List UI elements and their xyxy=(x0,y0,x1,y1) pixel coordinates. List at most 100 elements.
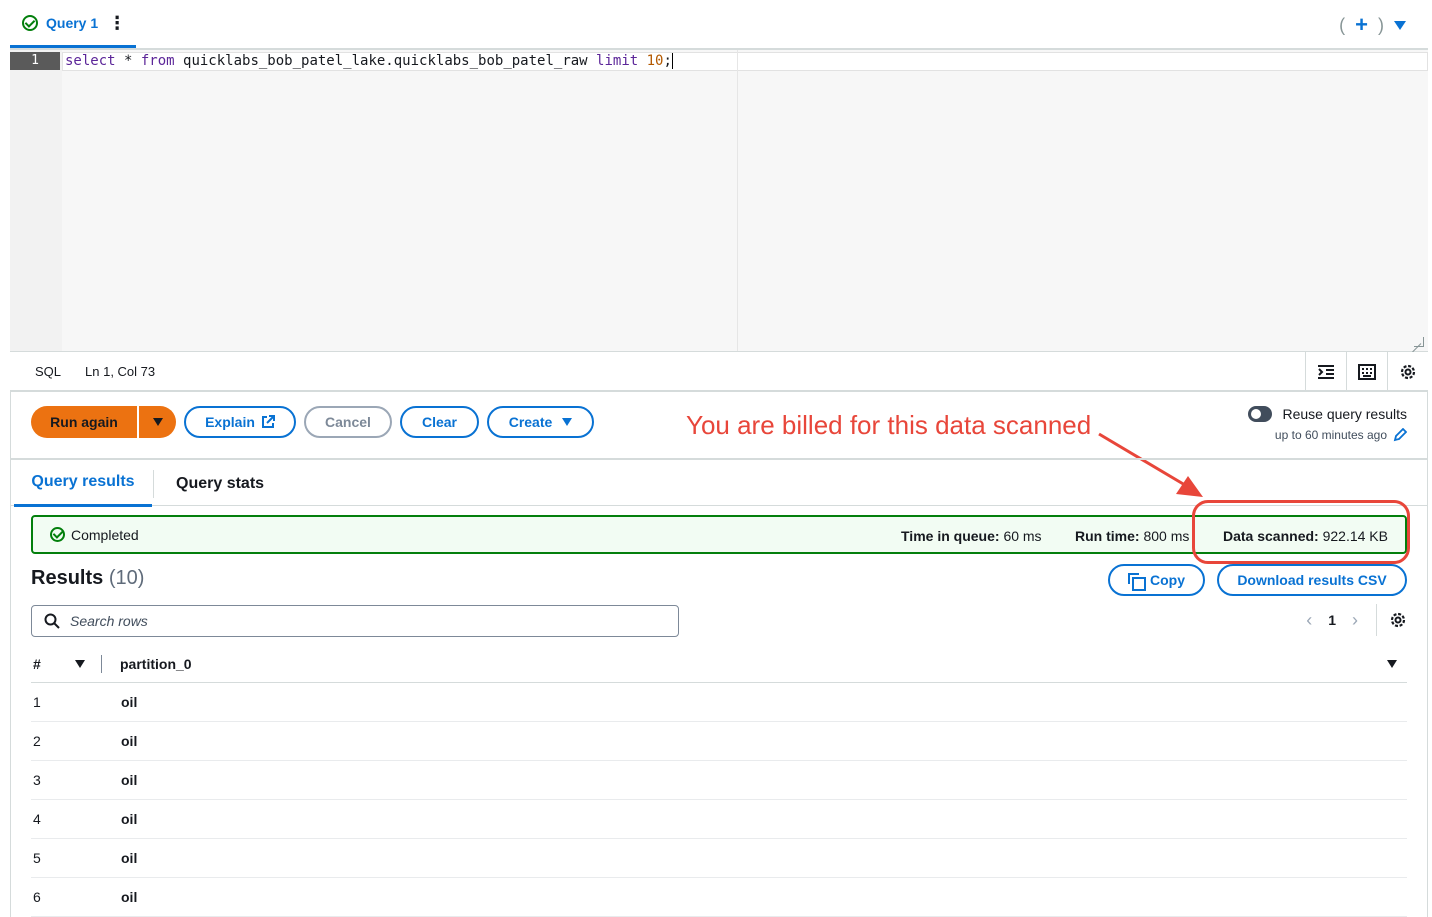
results-label: Results xyxy=(31,567,104,589)
query-tab-label: Query 1 xyxy=(46,14,99,31)
annotation-highlight xyxy=(1192,500,1410,564)
format-query-button[interactable] xyxy=(1305,352,1346,392)
tab-query-results[interactable]: Query results xyxy=(14,460,152,507)
caret-down-icon xyxy=(152,418,163,426)
row-value: oil xyxy=(121,733,138,749)
keyboard-icon xyxy=(1358,364,1376,380)
paren-left: ( xyxy=(1339,14,1346,35)
plus-icon[interactable]: + xyxy=(1355,14,1368,36)
table-row: 3 oil xyxy=(31,761,1407,800)
settings-icon xyxy=(1400,364,1416,380)
row-number: 5 xyxy=(33,850,41,866)
create-button[interactable]: Create xyxy=(487,406,594,438)
caret-down-icon xyxy=(562,418,573,426)
code-table: quicklabs_bob_patel_lake.quicklabs_bob_p… xyxy=(174,53,597,69)
results-tabs: Query results Query stats xyxy=(10,458,1428,507)
code-end: ; xyxy=(663,53,672,69)
query-actions: Run again Explain Cancel Clear Create xyxy=(31,406,594,438)
chevron-right-icon[interactable]: › xyxy=(1344,610,1366,631)
tab-divider xyxy=(153,470,154,498)
explain-label: Explain xyxy=(205,414,255,430)
run-time: Run time: 800 ms xyxy=(1075,528,1189,544)
page-number[interactable]: 1 xyxy=(1320,612,1344,628)
time-in-queue: Time in queue: 60 ms xyxy=(901,528,1042,544)
table-row: 5 oil xyxy=(31,839,1407,878)
chevron-left-icon[interactable]: ‹ xyxy=(1298,610,1320,631)
reuse-toggle[interactable] xyxy=(1248,406,1273,422)
tab-query-stats[interactable]: Query stats xyxy=(176,460,264,507)
copy-icon xyxy=(1128,573,1146,591)
keyword-from: from xyxy=(140,53,175,69)
row-number: 2 xyxy=(33,733,41,749)
pencil-icon[interactable] xyxy=(1393,428,1407,442)
sql-editor[interactable]: 1 select * from quicklabs_bob_patel_lake… xyxy=(10,50,1428,352)
row-value: oil xyxy=(121,811,138,827)
row-number: 6 xyxy=(33,889,41,905)
check-circle-icon xyxy=(50,527,65,542)
check-circle-icon xyxy=(22,14,38,31)
language-label: SQL xyxy=(35,363,62,379)
results-table: # partition_0 1 oil 2 oil 3 oil 4 oil 5 oil 6… xyxy=(31,645,1407,917)
editor-settings-button[interactable] xyxy=(1387,352,1428,392)
column-header-partition[interactable]: partition_0 xyxy=(120,656,1407,672)
editor-status-bar: SQL Ln 1, Col 73 xyxy=(10,352,1428,392)
status-text: Completed xyxy=(71,526,139,543)
run-options-button[interactable] xyxy=(139,406,176,438)
reuse-results: Reuse query results up to 60 minutes ago xyxy=(1248,406,1407,442)
billing-annotation: You are billed for this data scanned xyxy=(686,410,1092,440)
keyword-select: select xyxy=(65,53,116,69)
shortcuts-button[interactable] xyxy=(1346,352,1387,392)
run-again-button[interactable]: Run again xyxy=(31,406,137,438)
query-tab-bar: Query 1 ⋮ ( + ) xyxy=(10,0,1428,50)
cursor-position: Ln 1, Col 73 xyxy=(85,363,156,379)
run-value: 800 ms xyxy=(1143,528,1190,544)
download-csv-button[interactable]: Download results CSV xyxy=(1217,564,1407,596)
results-title: Results (10) xyxy=(31,567,144,590)
row-value: oil xyxy=(121,889,138,905)
editor-gutter xyxy=(10,50,62,351)
code-star: * xyxy=(115,53,141,69)
row-number: 3 xyxy=(33,772,41,788)
reuse-subtext: up to 60 minutes ago xyxy=(1274,428,1387,442)
table-row: 2 oil xyxy=(31,722,1407,761)
cancel-button[interactable]: Cancel xyxy=(304,406,392,438)
search-rows[interactable] xyxy=(31,605,679,637)
queue-value: 60 ms xyxy=(1003,528,1042,544)
row-value: oil xyxy=(121,694,138,710)
reuse-label: Reuse query results xyxy=(1282,406,1407,422)
caret-down-icon[interactable] xyxy=(1394,20,1406,30)
sql-code[interactable]: select * from quicklabs_bob_patel_lake.q… xyxy=(65,52,673,70)
paren-right: ) xyxy=(1378,14,1384,35)
kebab-icon[interactable]: ⋮ xyxy=(108,14,126,32)
tab-controls: ( + ) xyxy=(1339,14,1406,36)
table-row: 1 oil xyxy=(31,683,1407,722)
copy-button[interactable]: Copy xyxy=(1108,564,1205,596)
results-count: (10) xyxy=(108,567,145,589)
settings-icon[interactable] xyxy=(1389,611,1407,629)
queue-label: Time in queue: xyxy=(901,528,1000,544)
print-margin xyxy=(737,50,738,351)
search-input[interactable] xyxy=(70,613,650,629)
column-header-number: # xyxy=(33,655,41,672)
text-cursor xyxy=(671,53,673,69)
table-row: 6 oil xyxy=(31,878,1407,917)
indent-icon xyxy=(1318,365,1334,379)
column-divider[interactable] xyxy=(101,654,102,673)
explain-button[interactable]: Explain xyxy=(184,406,296,438)
pager-divider xyxy=(1376,604,1377,636)
external-link-icon xyxy=(261,415,275,428)
create-label: Create xyxy=(508,414,553,430)
run-label: Run time: xyxy=(1075,528,1140,544)
row-value: oil xyxy=(121,772,138,788)
clear-button[interactable]: Clear xyxy=(400,406,479,438)
search-icon xyxy=(44,613,60,629)
table-row: 4 oil xyxy=(31,800,1407,839)
row-value: oil xyxy=(121,850,138,866)
pagination: ‹ 1 › xyxy=(1298,604,1407,636)
row-number: 1 xyxy=(33,694,41,710)
filter-icon[interactable] xyxy=(1387,660,1397,668)
resize-handle[interactable] xyxy=(1414,337,1424,347)
tab-query-1[interactable]: Query 1 ⋮ xyxy=(10,0,136,48)
filter-icon[interactable] xyxy=(75,659,99,668)
